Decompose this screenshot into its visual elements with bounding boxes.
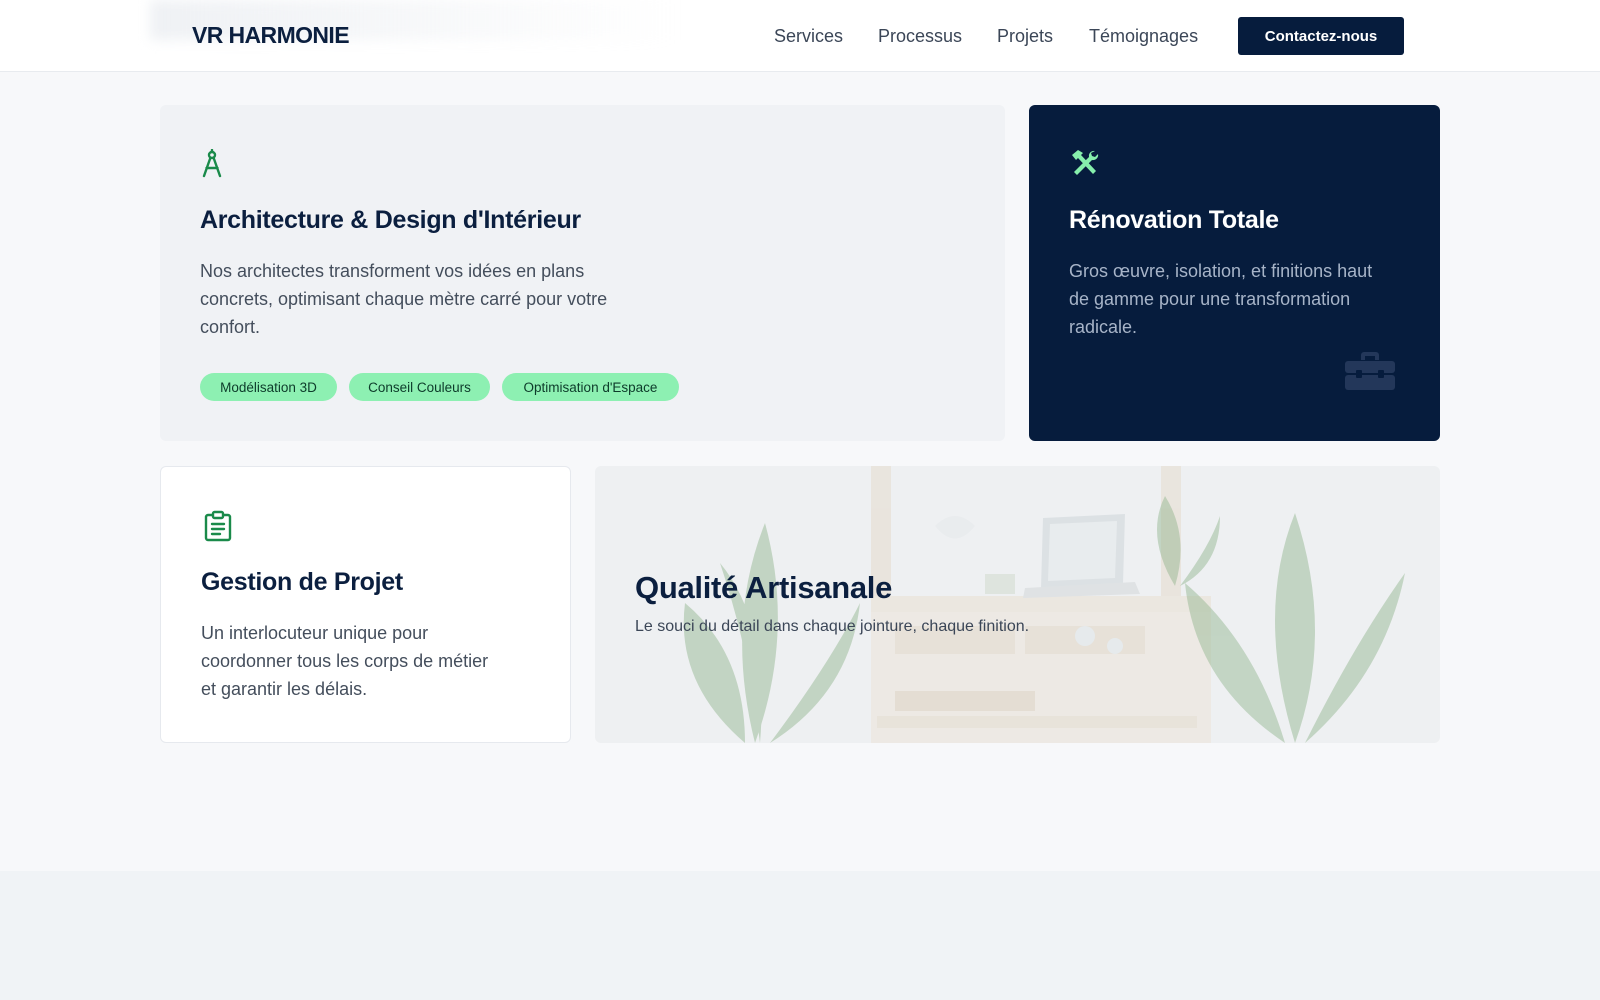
card-description-line: radicale. [1069,317,1138,337]
nav-link-projets[interactable]: Projets [997,26,1053,47]
card-description-line: concrets, optimisant chaque mètre carré … [200,289,608,309]
service-card-renovation[interactable]: Rénovation Totale Gros œuvre, isolation,… [1029,105,1440,441]
card-description-line: Un interlocuteur unique pour [201,623,429,643]
card-title: Rénovation Totale [1069,206,1279,234]
tools-icon [1069,149,1101,184]
card-description-line: de gamme pour une transformation [1069,289,1351,309]
card-description: Un interlocuteur unique pour coordonner … [201,619,488,703]
card-description-line: Gros œuvre, isolation, et finitions haut [1069,261,1373,281]
clipboard-icon [203,510,233,547]
card-description-line: et garantir les délais. [201,679,368,699]
card-description: Gros œuvre, isolation, et finitions haut… [1069,257,1372,341]
nav-link-temoignages[interactable]: Témoignages [1089,26,1198,47]
contact-button[interactable]: Contactez-nous [1238,17,1404,55]
tag-optimisation-espace: Optimisation d'Espace [502,373,679,401]
site-header: VR HARMONIE Services Processus Projets T… [0,0,1600,72]
nav-link-services[interactable]: Services [774,26,843,47]
service-card-architecture[interactable]: Architecture & Design d'Intérieur Nos ar… [160,105,1005,441]
tag-conseil-couleurs: Conseil Couleurs [349,373,490,401]
card-description-line: confort. [200,317,261,337]
card-description-line: coordonner tous les corps de métier [201,651,489,671]
card-subtitle: Le souci du détail dans chaque jointure,… [635,618,1030,635]
card-title: Gestion de Projet [201,568,403,596]
feature-card-qualite[interactable]: Qualité Artisanale Le souci du détail da… [595,466,1440,743]
card-title: Qualité Artisanale [635,570,893,605]
nav-link-processus[interactable]: Processus [878,26,962,47]
toolbox-icon [1344,351,1396,396]
site-logo[interactable]: VR HARMONIE [192,22,350,49]
service-card-gestion[interactable]: Gestion de Projet Un interlocuteur uniqu… [160,466,571,743]
card-title: Architecture & Design d'Intérieur [200,206,581,234]
card-description-line: Nos architectes transforment vos idées e… [200,261,585,281]
compass-icon [200,148,224,184]
tag-modelisation-3d: Modélisation 3D [200,373,337,401]
card-description: Nos architectes transforment vos idées e… [200,257,607,341]
